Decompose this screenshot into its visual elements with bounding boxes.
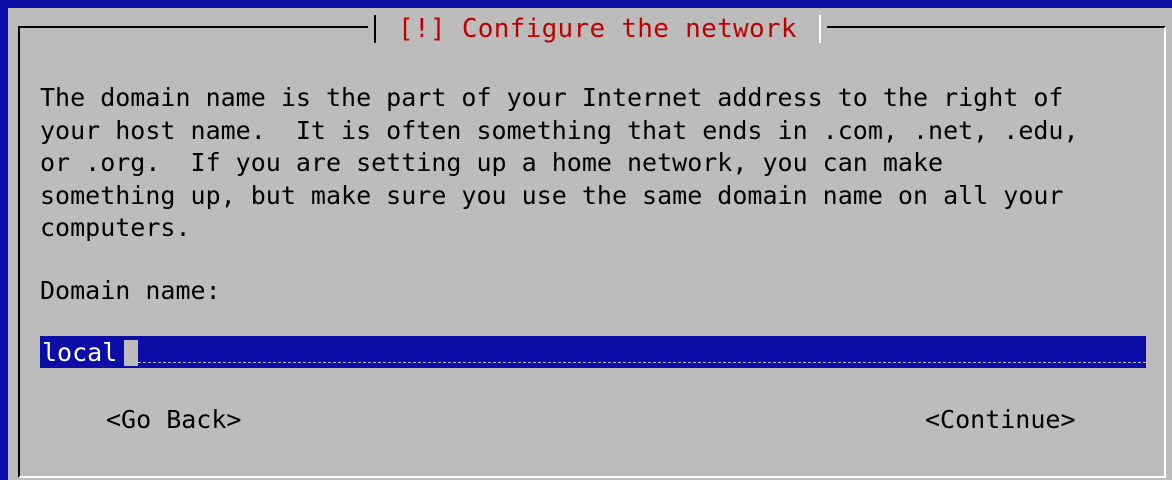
text-cursor [124, 340, 138, 366]
dialog-title: [!] Configure the network [398, 14, 797, 44]
go-back-button[interactable]: <Go Back> [106, 404, 241, 436]
description-line: computers. [40, 213, 191, 242]
domain-name-value: local [42, 338, 118, 367]
continue-button[interactable]: <Continue> [925, 404, 1076, 436]
field-underline [138, 362, 1146, 364]
domain-name-label: Domain name: [40, 276, 221, 305]
description-line: or .org. If you are setting up a home ne… [40, 148, 944, 177]
installer-dialog: [!] Configure the network The domain nam… [8, 8, 1172, 480]
dialog-title-bar: [!] Configure the network [368, 12, 827, 46]
domain-name-input[interactable]: local [40, 336, 1146, 368]
title-right-tick [818, 15, 821, 43]
description-line: your host name. It is often something th… [40, 115, 1079, 145]
description: The domain name is the part of your Inte… [40, 82, 1160, 245]
description-line: The domain name is the part of your Inte… [40, 83, 1064, 112]
description-line: something up, but make sure you use the … [40, 180, 1064, 210]
